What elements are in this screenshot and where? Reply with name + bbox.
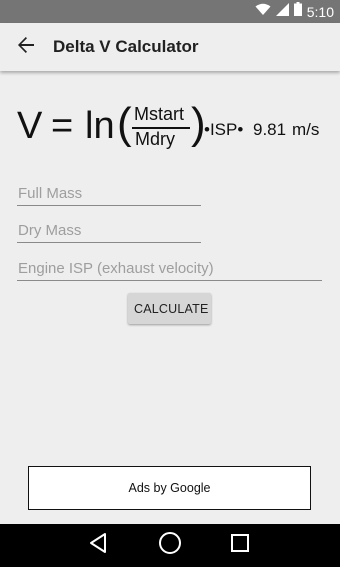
formula-open-paren: ( [117,99,132,148]
nav-home-button[interactable] [140,524,200,567]
signal-icon [275,2,289,21]
engine-isp-input[interactable] [17,256,324,280]
delta-v-formula: V = ln ( Mstart Mdry ) •ISP• 9.81 m/s [17,97,337,157]
page-title: Delta V Calculator [53,37,199,56]
back-triangle-icon [87,532,109,559]
formula-denominator: Mdry [135,129,175,149]
engine-isp-field [17,256,324,281]
status-icons: 5:10 [255,0,334,23]
formula-isp: •ISP• [204,120,244,139]
calculate-button[interactable]: CALCULATE [128,293,211,324]
app-toolbar: Delta V Calculator [0,23,340,71]
full-mass-input[interactable] [17,181,203,205]
full-mass-field [17,181,203,206]
navigation-bar [0,524,340,567]
ad-banner[interactable]: Ads by Google [28,466,311,510]
formula-v: V [17,105,43,147]
nav-back-button[interactable] [68,524,128,567]
dry-mass-field [17,218,203,243]
formula-ln: ln [85,105,115,147]
status-time: 5:10 [306,3,334,20]
recents-square-icon [230,533,250,558]
wifi-icon [255,3,271,21]
nav-recents-button[interactable] [210,524,270,567]
ad-label: Ads by Google [128,481,211,495]
status-bar: 5:10 [0,0,340,23]
back-button[interactable] [2,23,50,71]
home-circle-icon [158,531,182,560]
battery-icon [293,2,302,21]
formula-numerator: Mstart [134,104,185,124]
arrow-left-icon [17,36,35,59]
formula-gravity: 9.81 [253,120,287,139]
formula-unit: m/s [292,120,320,139]
formula-equals: = [51,105,74,147]
dry-mass-input[interactable] [17,218,203,242]
